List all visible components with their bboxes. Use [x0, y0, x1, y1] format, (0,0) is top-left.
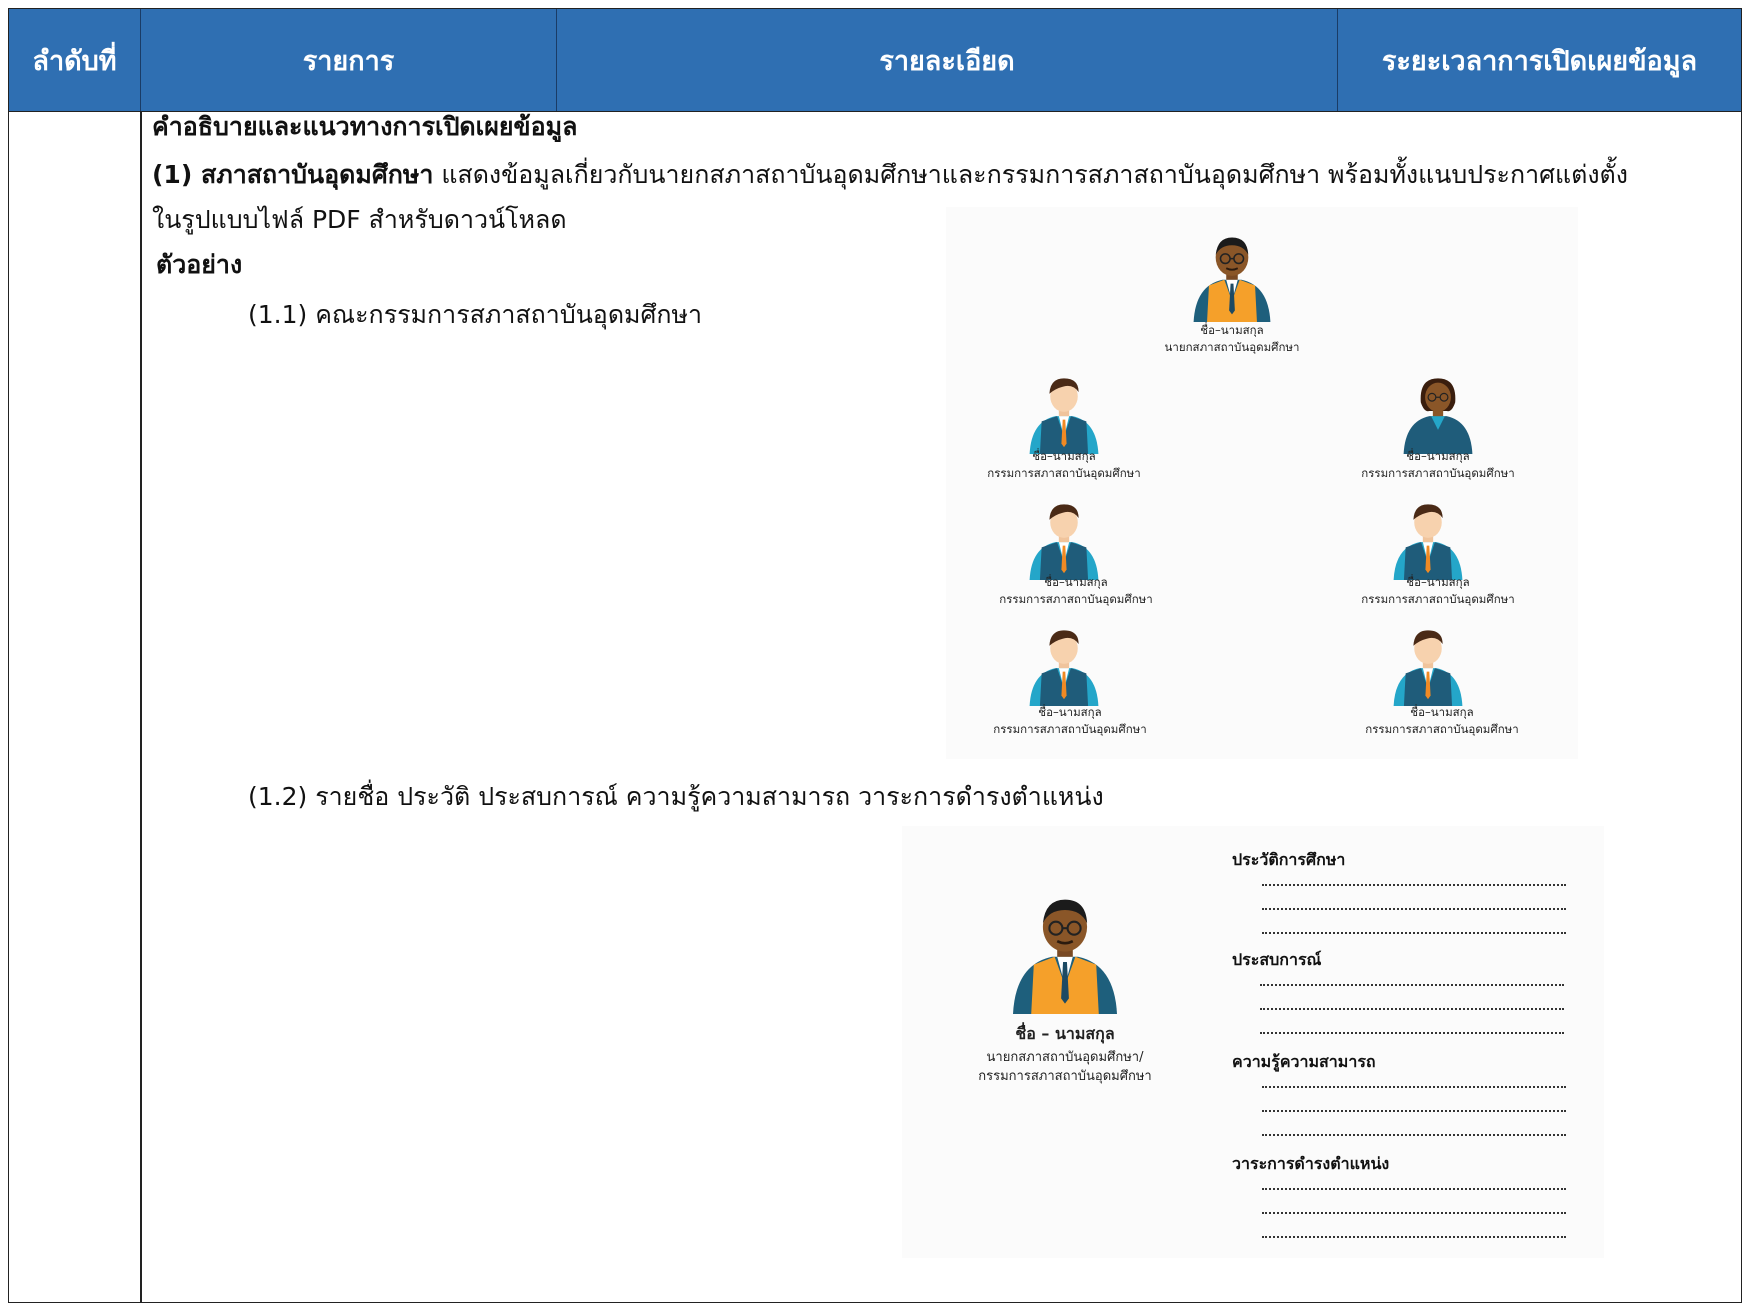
member-woman-icon [1386, 368, 1490, 454]
member-person-icon [1012, 620, 1116, 706]
item1-label: (1) สภาสถาบันอุดมศึกษา [152, 160, 434, 189]
column-divider [140, 112, 142, 1303]
member-person-icon [1376, 620, 1480, 706]
dotted-line [1260, 1032, 1564, 1034]
member-name: ชื่อ–นามสกุล [1406, 449, 1470, 463]
dotted-line [1262, 1236, 1566, 1238]
member-name: ชื่อ–นามสกุล [1410, 705, 1474, 719]
example-label: ตัวอย่าง [156, 250, 243, 279]
chair-person-icon [1170, 226, 1294, 322]
member-role: กรรมการสภาสถาบันอุดมศึกษา [987, 465, 1141, 480]
chair-caption: ชื่อ–นามสกุล นายกสภาสถาบันอุดมศึกษา [1132, 322, 1332, 355]
profile-caption: ชื่อ – นามสกุล นายกสภาสถาบันอุดมศึกษา/ ก… [960, 1022, 1170, 1087]
member-role: กรรมการสภาสถาบันอุดมศึกษา [999, 591, 1153, 606]
item1-text-line2: ในรูปแบบไฟล์ PDF สำหรับดาวน์โหลด [152, 205, 567, 234]
member-caption: ชื่อ–นามสกุล กรรมการสภาสถาบันอุดมศึกษา [1338, 448, 1538, 481]
chair-role: นายกสภาสถาบันอุดมศึกษา [1164, 339, 1300, 354]
term-heading: วาระการดำรงตำแหน่ง [1232, 1154, 1390, 1173]
dotted-line [1262, 932, 1566, 934]
dotted-line [1262, 1212, 1566, 1214]
sub-item-1-2: (1.2) รายชื่อ ประวัติ ประสบการณ์ ความรู้… [248, 782, 1104, 811]
member-role: กรรมการสภาสถาบันอุดมศึกษา [1361, 591, 1515, 606]
dotted-line [1262, 1086, 1566, 1088]
section-title: คำอธิบายและแนวทางการเปิดเผยข้อมูล [152, 112, 578, 141]
member-name: ชื่อ–นามสกุล [1406, 575, 1470, 589]
member-caption: ชื่อ–นามสกุล กรรมการสภาสถาบันอุดมศึกษา [970, 704, 1170, 737]
member-caption: ชื่อ–นามสกุล กรรมการสภาสถาบันอุดมศึกษา [964, 448, 1164, 481]
member-person-icon [1012, 494, 1116, 580]
ability-heading: ความรู้ความสามารถ [1232, 1052, 1376, 1071]
member-role: กรรมการสภาสถาบันอุดมศึกษา [993, 721, 1147, 736]
dotted-line [1262, 1188, 1566, 1190]
member-name: ชื่อ–นามสกุล [1032, 449, 1096, 463]
dotted-line [1262, 1134, 1566, 1136]
profile-role-2: กรรมการสภาสถาบันอุดมศึกษา [978, 1069, 1152, 1085]
member-person-icon [1012, 368, 1116, 454]
dotted-line [1262, 1110, 1566, 1112]
item1-paragraph: (1) สภาสถาบันอุดมศึกษา แสดงข้อมูลเกี่ยวก… [152, 160, 1628, 190]
dotted-line [1262, 908, 1566, 910]
profile-role-1: นายกสภาสถาบันอุดมศึกษา/ [986, 1050, 1144, 1066]
experience-heading: ประสบการณ์ [1232, 950, 1322, 969]
member-caption: ชื่อ–นามสกุล กรรมการสภาสถาบันอุดมศึกษา [1342, 704, 1542, 737]
education-heading: ประวัติการศึกษา [1232, 850, 1346, 869]
profile-person-icon [990, 884, 1140, 1014]
member-caption: ชื่อ–นามสกุล กรรมการสภาสถาบันอุดมศึกษา [1338, 574, 1538, 607]
dotted-line [1260, 984, 1564, 986]
member-name: ชื่อ–นามสกุล [1038, 705, 1102, 719]
profile-name: ชื่อ – นามสกุล [1015, 1024, 1115, 1043]
member-role: กรรมการสภาสถาบันอุดมศึกษา [1361, 465, 1515, 480]
member-caption: ชื่อ–นามสกุล กรรมการสภาสถาบันอุดมศึกษา [976, 574, 1176, 607]
chair-name: ชื่อ–นามสกุล [1200, 323, 1264, 337]
sub-item-1-1: (1.1) คณะกรรมการสภาสถาบันอุดมศึกษา [248, 300, 703, 329]
member-name: ชื่อ–นามสกุล [1044, 575, 1108, 589]
item1-text: แสดงข้อมูลเกี่ยวกับนายกสภาสถาบันอุดมศึกษ… [433, 160, 1628, 189]
member-person-icon [1376, 494, 1480, 580]
dotted-line [1262, 884, 1566, 886]
member-role: กรรมการสภาสถาบันอุดมศึกษา [1365, 721, 1519, 736]
dotted-line [1260, 1008, 1564, 1010]
